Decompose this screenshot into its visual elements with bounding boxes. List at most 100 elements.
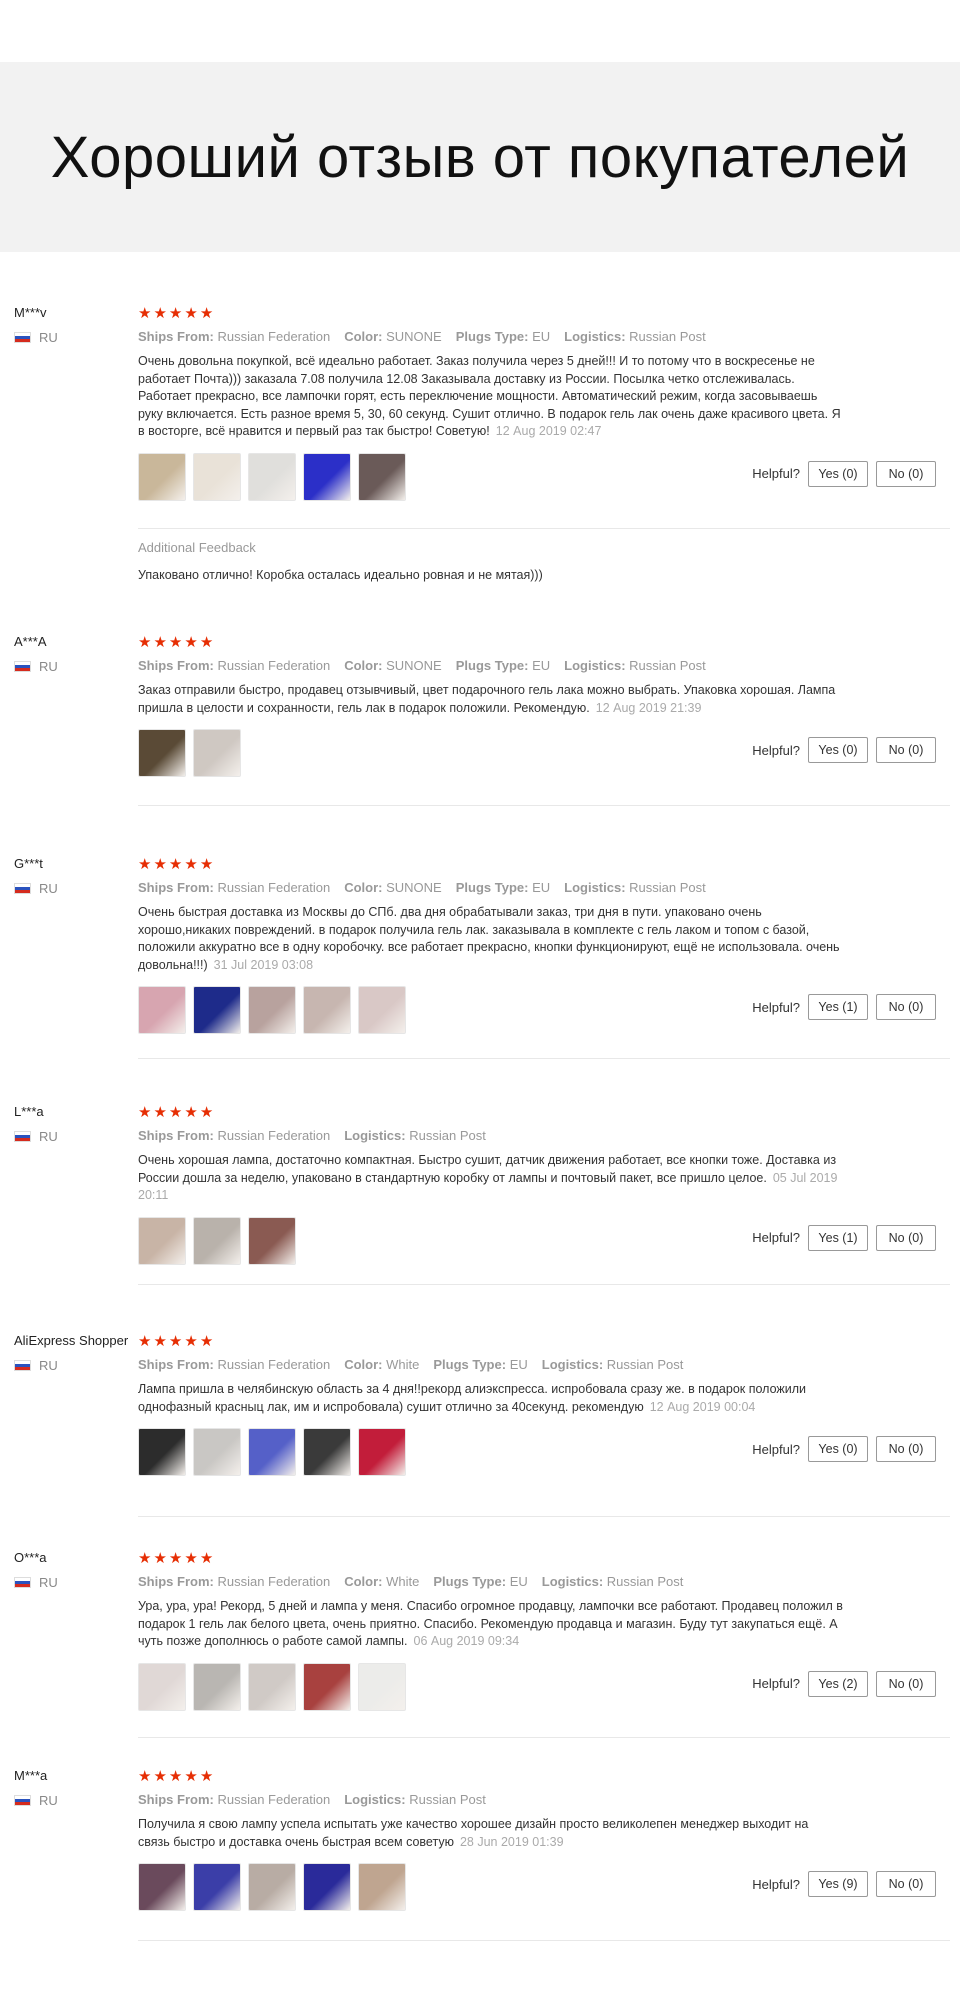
review-photo-thumbnail[interactable] xyxy=(193,986,241,1034)
review-photo-thumbnail[interactable] xyxy=(358,1662,406,1711)
reviewer-country: RU xyxy=(14,881,139,896)
helpful-no-button[interactable]: No (0) xyxy=(876,460,936,487)
review-photo-thumbnail[interactable] xyxy=(138,1428,186,1476)
plugs-type-value: EU xyxy=(509,1574,528,1589)
review-photos-row: Helpful? Yes (9) No (0) xyxy=(138,1863,950,1913)
review-photo-thumbnail[interactable] xyxy=(303,452,351,501)
review-photo-thumbnail[interactable] xyxy=(358,1863,406,1911)
review-photo-thumbnail[interactable] xyxy=(193,1863,241,1911)
review-photo-thumbnail[interactable] xyxy=(303,1428,351,1476)
review-photo-thumbnail[interactable] xyxy=(248,1662,296,1711)
review-photo-thumbnail[interactable] xyxy=(138,986,186,1034)
review-photo-thumbnail[interactable] xyxy=(193,1216,241,1265)
reviewer-info: M***a RU xyxy=(14,1768,139,1808)
review-photo-thumbnail[interactable] xyxy=(303,1662,351,1711)
review-photo-thumbnail[interactable] xyxy=(248,986,296,1034)
helpful-no-button[interactable]: No (0) xyxy=(876,1871,936,1897)
logistics-label: Logistics: xyxy=(541,1357,604,1372)
review-photo-thumbnail[interactable] xyxy=(193,729,241,777)
helpful-yes-button[interactable]: Yes (1) xyxy=(808,1224,868,1251)
helpful-yes-button[interactable]: Yes (9) xyxy=(808,1871,868,1897)
logistics-value: Russian Post xyxy=(409,1792,486,1807)
review-photo-thumbnail[interactable] xyxy=(193,1428,241,1476)
review-photos-row: Helpful? Yes (1) No (0) xyxy=(138,986,950,1036)
review-divider xyxy=(138,1940,950,1941)
reviewer-name: L***a xyxy=(14,1104,44,1119)
logistics-attribute: Logistics: Russian Post xyxy=(542,1574,684,1589)
review-date: 31 Jul 2019 03:08 xyxy=(213,957,314,972)
russia-flag-icon xyxy=(14,1795,31,1806)
review-photo-thumbnail[interactable] xyxy=(193,1662,241,1711)
review-text: Очень хорошая лампа, достаточно компактн… xyxy=(138,1152,843,1205)
review-photo-thumbnail[interactable] xyxy=(358,452,406,501)
helpful-yes-button[interactable]: Yes (0) xyxy=(808,1436,868,1462)
review-body: ★ ★ ★ ★ ★ Ships From: Russian Federation Logis… xyxy=(138,1768,950,1913)
russia-flag-icon xyxy=(14,332,31,343)
review-date: 12 Aug 2019 21:39 xyxy=(595,700,702,715)
logistics-value: Russian Post xyxy=(606,1574,684,1589)
review-photo-thumbnail[interactable] xyxy=(358,1428,406,1476)
star-icon: ★ xyxy=(199,633,214,651)
review-photo-thumbnail[interactable] xyxy=(138,452,186,501)
plugs-type-label: Plugs Type: xyxy=(433,1574,507,1589)
review-photo-thumbnail[interactable] xyxy=(303,1863,351,1911)
review-divider xyxy=(138,805,950,806)
review-photo-thumbnail[interactable] xyxy=(248,1216,296,1265)
plugs-type-label: Plugs Type: xyxy=(455,658,529,673)
additional-feedback-text: Упаковано отлично! Коробка осталась идеа… xyxy=(138,568,543,582)
reviewer-info: M***v RU xyxy=(14,305,139,345)
review-photos-row: Helpful? Yes (1) No (0) xyxy=(138,1216,950,1267)
reviewer-info: G***t RU xyxy=(14,856,139,896)
review-body: ★ ★ ★ ★ ★ Ships From: Russian Federation Color… xyxy=(138,1333,950,1478)
helpful-label: Helpful? xyxy=(752,1441,800,1457)
review-photo-thumbnail[interactable] xyxy=(303,986,351,1034)
review-photo-thumbnail[interactable] xyxy=(248,1863,296,1911)
review-photos-row: Helpful? Yes (2) No (0) xyxy=(138,1662,950,1713)
review-photo-thumbnail[interactable] xyxy=(193,452,241,501)
review-photo-thumbnail[interactable] xyxy=(138,1863,186,1911)
review-divider xyxy=(138,1284,950,1285)
color-label: Color: xyxy=(344,658,383,673)
russia-flag-icon xyxy=(14,1577,31,1588)
star-icon: ★ xyxy=(153,633,167,651)
reviewer-info: L***a RU xyxy=(14,1104,139,1144)
review-attributes: Ships From: Russian Federation Logistics:… xyxy=(138,1128,950,1143)
star-icon: ★ xyxy=(168,855,183,873)
review-photo-thumbnail[interactable] xyxy=(138,729,186,777)
helpful-no-button[interactable]: No (0) xyxy=(876,1436,936,1462)
review-attributes: Ships From: Russian Federation Color: SUN… xyxy=(138,658,950,673)
header-banner: Хороший отзыв от покупателей xyxy=(0,62,960,252)
reviewer-info: A***A RU xyxy=(14,634,139,674)
review-attributes: Ships From: Russian Federation Logistics:… xyxy=(138,1792,950,1807)
ships-from-attribute: Ships From: Russian Federation xyxy=(138,329,330,344)
plugs-type-label: Plugs Type: xyxy=(455,880,529,895)
helpful-no-button[interactable]: No (0) xyxy=(876,1670,936,1697)
star-icon: ★ xyxy=(199,1332,214,1350)
review-photo-thumbnail[interactable] xyxy=(138,1662,186,1711)
review-photo-thumbnail[interactable] xyxy=(248,452,296,501)
review-text: Лампа пришла в челябинскую область за 4 … xyxy=(138,1381,843,1416)
reviewer-country: RU xyxy=(14,1793,139,1808)
helpful-yes-button[interactable]: Yes (0) xyxy=(808,460,868,487)
review-photo-thumbnail[interactable] xyxy=(248,1428,296,1476)
helpful-vote: Helpful? Yes (0) No (0) xyxy=(752,1436,936,1462)
star-rating: ★ ★ ★ ★ ★ xyxy=(138,305,950,321)
country-code: RU xyxy=(39,1129,58,1144)
star-icon: ★ xyxy=(199,1103,214,1121)
review-photo-thumbnail[interactable] xyxy=(138,1216,186,1265)
review-date: 12 Aug 2019 02:47 xyxy=(495,424,602,438)
helpful-yes-button[interactable]: Yes (0) xyxy=(808,737,868,763)
country-code: RU xyxy=(39,330,58,345)
helpful-vote: Helpful? Yes (0) No (0) xyxy=(752,460,936,487)
helpful-no-button[interactable]: No (0) xyxy=(876,1224,936,1251)
ships-from-label: Ships From: xyxy=(138,1792,214,1807)
additional-feedback-body: Additional Feedback Упаковано отлично! Ко… xyxy=(138,540,950,582)
helpful-yes-button[interactable]: Yes (2) xyxy=(808,1670,868,1697)
review-photo-thumbnail[interactable] xyxy=(358,986,406,1034)
helpful-no-button[interactable]: No (0) xyxy=(876,737,936,763)
helpful-yes-button[interactable]: Yes (1) xyxy=(808,994,868,1020)
helpful-no-button[interactable]: No (0) xyxy=(876,994,936,1020)
star-rating: ★ ★ ★ ★ ★ xyxy=(138,1550,950,1566)
logistics-label: Logistics: xyxy=(564,658,626,673)
helpful-label: Helpful? xyxy=(752,466,800,481)
